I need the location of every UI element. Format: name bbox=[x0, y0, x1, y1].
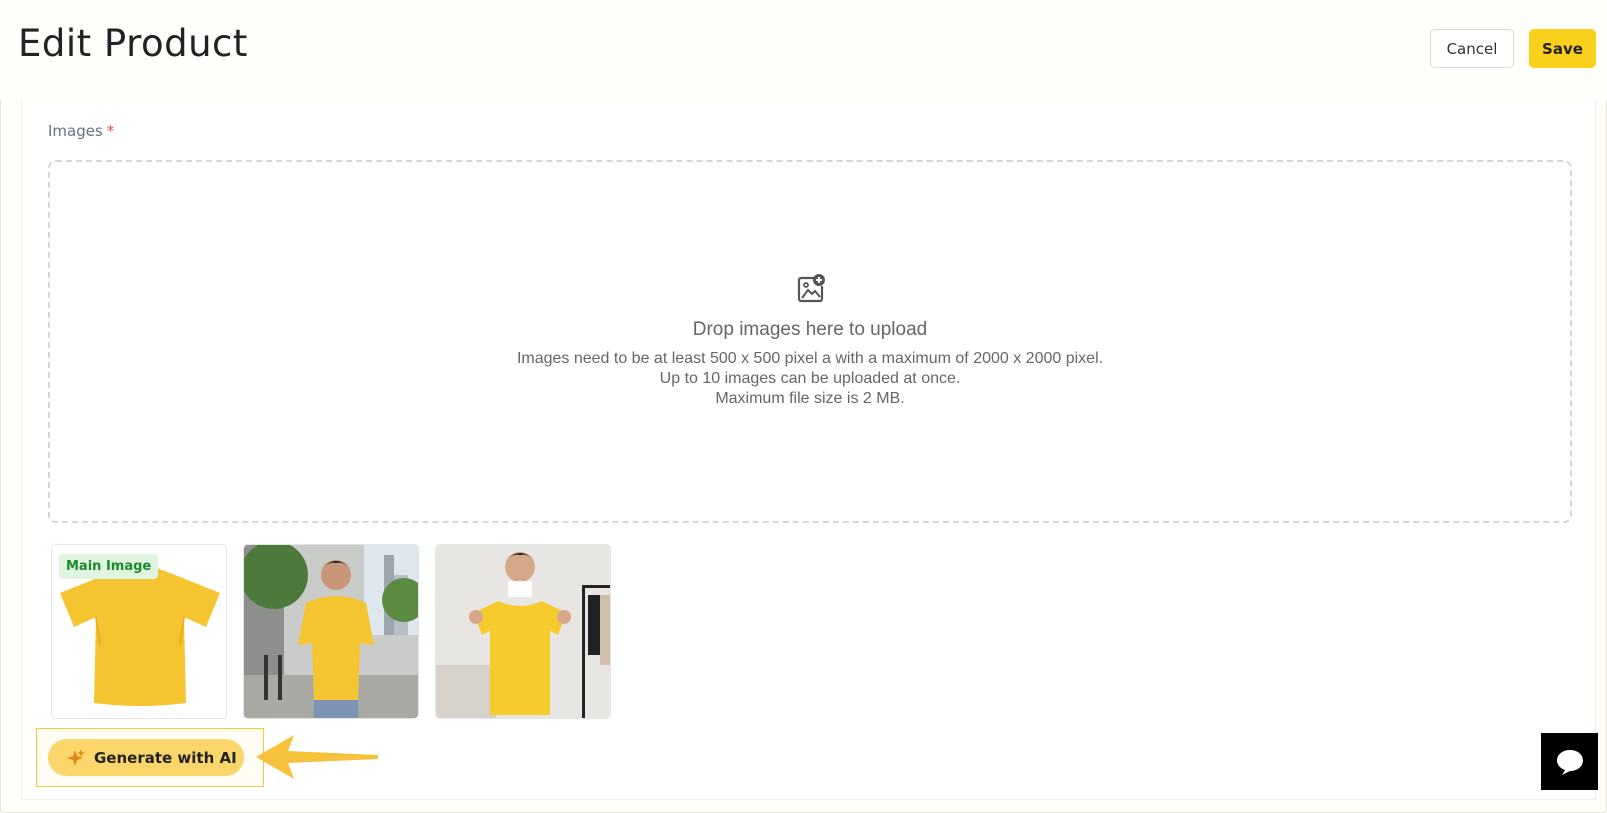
image-add-icon bbox=[797, 274, 825, 303]
page-title: Edit Product bbox=[18, 22, 248, 65]
page-header: Edit Product Cancel Save bbox=[0, 0, 1607, 100]
thumbnail-image-2[interactable] bbox=[243, 544, 419, 719]
save-button[interactable]: Save bbox=[1529, 29, 1596, 68]
chat-bubble-icon bbox=[1556, 749, 1583, 775]
sparkle-icon bbox=[67, 748, 85, 766]
man-holding-tshirt-photo bbox=[436, 545, 610, 718]
dropzone-title: Drop images here to upload bbox=[692, 319, 928, 340]
dropzone-max-size: Maximum file size is 2 MB. bbox=[715, 390, 905, 407]
generate-with-ai-button[interactable]: Generate with AI bbox=[48, 739, 244, 776]
main-image-badge: Main Image bbox=[59, 554, 159, 579]
generate-with-ai-label: Generate with AI bbox=[94, 748, 237, 767]
required-marker: * bbox=[106, 122, 115, 140]
chat-button[interactable] bbox=[1541, 733, 1598, 790]
images-label-text: Images bbox=[48, 122, 103, 140]
pointer-arrow-icon bbox=[256, 735, 378, 779]
image-dropzone[interactable] bbox=[48, 160, 1572, 523]
dropzone-requirements: Images need to be at least 500 x 500 pix… bbox=[516, 350, 1104, 367]
thumbnail-image-3[interactable] bbox=[435, 544, 611, 719]
man-street-photo bbox=[244, 545, 418, 718]
dropzone-limit: Up to 10 images can be uploaded at once. bbox=[659, 370, 961, 387]
cancel-button[interactable]: Cancel bbox=[1430, 29, 1514, 68]
images-label: Images * bbox=[48, 122, 114, 140]
